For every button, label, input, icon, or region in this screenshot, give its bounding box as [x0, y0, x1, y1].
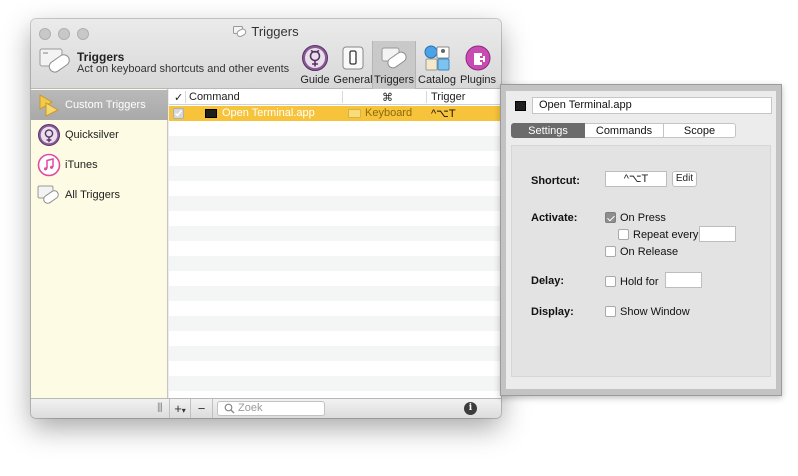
triggers-table: ✓ Command ⌘ Trigger Open Terminal.app Ke… — [169, 89, 501, 398]
toolbar-triggers[interactable]: Triggers — [372, 41, 416, 89]
toolbar-plugins[interactable]: Plugins — [458, 41, 498, 89]
table-row[interactable]: Open Terminal.app Keyboard ^⌥T — [169, 106, 501, 121]
custom-triggers-icon — [37, 93, 61, 117]
row-trigger: ^⌥T — [431, 108, 456, 120]
row-command: Open Terminal.app — [222, 107, 315, 119]
toolbar-catalog[interactable]: Catalog — [417, 41, 457, 89]
activate-label: Activate: — [531, 212, 578, 224]
toolbar-general[interactable]: General — [333, 41, 373, 89]
repeat-interval-field[interactable] — [699, 226, 736, 242]
sidebar-item-itunes[interactable]: iTunes — [31, 150, 168, 180]
tab-commands[interactable]: Commands — [585, 123, 664, 138]
search-icon — [224, 403, 235, 418]
display-label: Display: — [531, 306, 574, 318]
itunes-icon — [37, 153, 61, 177]
triggers-icon — [39, 47, 71, 77]
all-triggers-icon — [37, 183, 61, 207]
repeat-every-label: Repeat every — [633, 229, 699, 241]
triggers-window: Triggers Triggers Act on keyboard shortc… — [31, 19, 501, 418]
row-type: Keyboard — [365, 107, 413, 119]
table-header: ✓ Command ⌘ Trigger — [169, 89, 501, 105]
add-button[interactable]: +▾ — [169, 399, 191, 418]
plugins-icon — [464, 44, 492, 72]
bottom-bar: ||| +▾ − Zoek i — [31, 398, 501, 418]
on-release-checkbox[interactable] — [605, 246, 616, 257]
quicksilver-icon — [301, 44, 329, 72]
sidebar-item-quicksilver[interactable]: Quicksilver — [31, 120, 168, 150]
remove-button[interactable]: − — [191, 399, 213, 418]
toolbar-guide[interactable]: Guide — [297, 41, 333, 89]
quicksilver-icon — [37, 123, 61, 147]
header-title: Triggers — [77, 50, 125, 64]
hold-duration-field[interactable] — [665, 272, 702, 288]
switch-icon — [339, 44, 367, 72]
keyboard-icon — [348, 109, 361, 118]
on-press-label: On Press — [620, 212, 666, 224]
column-type[interactable]: ⌘ — [382, 91, 393, 104]
hold-for-checkbox[interactable] — [605, 276, 616, 287]
settings-panel: Shortcut: ^⌥T Edit Activate: On Press Re… — [511, 145, 771, 377]
hold-for-label: Hold for — [620, 276, 659, 288]
search-input[interactable]: Zoek — [217, 401, 325, 416]
show-window-checkbox[interactable] — [605, 306, 616, 317]
row-checkbox[interactable] — [173, 108, 184, 119]
trigger-detail-panel: Open Terminal.app Settings Commands Scop… — [500, 84, 782, 396]
sidebar-item-all-triggers[interactable]: All Triggers — [31, 180, 168, 210]
sidebar-item-custom-triggers[interactable]: Custom Triggers — [31, 90, 168, 120]
column-check[interactable]: ✓ — [174, 91, 183, 104]
repeat-every-checkbox[interactable] — [618, 229, 629, 240]
tab-scope[interactable]: Scope — [664, 123, 736, 138]
catalog-icon — [423, 44, 451, 72]
sidebar: Custom Triggers Quicksilver iTunes All T… — [31, 89, 168, 398]
header-subtitle: Act on keyboard shortcuts and other even… — [77, 63, 290, 75]
column-trigger[interactable]: Trigger — [431, 91, 465, 103]
triggers-icon — [380, 44, 408, 72]
tab-settings[interactable]: Settings — [511, 123, 585, 138]
column-command[interactable]: Command — [189, 91, 240, 103]
title-bar: Triggers Triggers Act on keyboard shortc… — [31, 19, 501, 89]
resize-handle[interactable]: ||| — [157, 402, 163, 413]
show-window-label: Show Window — [620, 306, 690, 318]
shortcut-label: Shortcut: — [531, 175, 580, 187]
delay-label: Delay: — [531, 275, 565, 287]
triggers-title-icon — [233, 26, 247, 41]
terminal-icon — [205, 109, 217, 118]
terminal-icon — [515, 101, 526, 111]
info-button[interactable]: i — [464, 402, 477, 415]
command-name-field[interactable]: Open Terminal.app — [532, 97, 772, 114]
detail-content: Open Terminal.app Settings Commands Scop… — [506, 91, 776, 389]
shortcut-field[interactable]: ^⌥T — [605, 171, 667, 187]
edit-button[interactable]: Edit — [672, 171, 697, 187]
on-press-checkbox[interactable] — [605, 212, 616, 223]
on-release-label: On Release — [620, 246, 679, 258]
window-title: Triggers — [31, 24, 501, 41]
